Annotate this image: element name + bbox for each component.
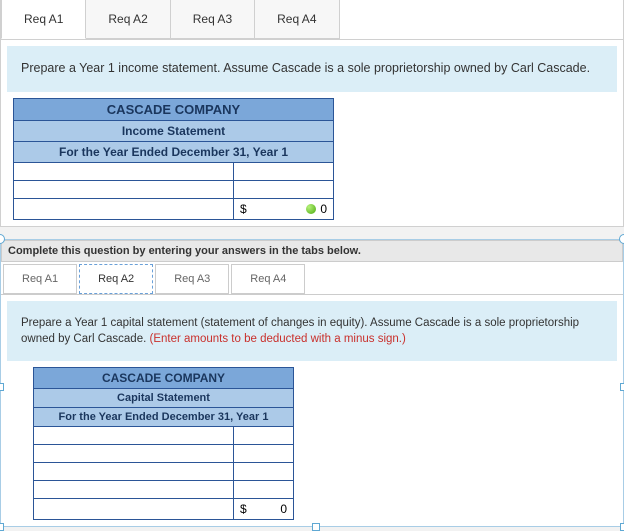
selection-handle-icon[interactable] (0, 523, 4, 531)
selection-handle-icon[interactable] (0, 383, 4, 391)
total-cell: $ 0 (234, 198, 334, 219)
stmt2-title: Capital Statement (34, 388, 294, 407)
capital-statement-table: CASCADE COMPANY Capital Statement For th… (33, 367, 294, 520)
tab-req-a1[interactable]: Req A1 (1, 0, 86, 39)
panel-income-statement: Req A1 Req A2 Req A3 Req A4 Prepare a Ye… (0, 0, 624, 227)
selection-handle-icon[interactable] (312, 523, 320, 531)
total-value: 0 (280, 502, 287, 516)
instruction-1: Prepare a Year 1 income statement. Assum… (7, 46, 617, 92)
stmt-period: For the Year Ended December 31, Year 1 (14, 141, 334, 162)
tab-req-a4[interactable]: Req A4 (255, 0, 339, 39)
stmt2-company: CASCADE COMPANY (34, 367, 294, 388)
instruction-note: (Enter amounts to be deducted with a min… (149, 333, 405, 345)
input-cell[interactable] (14, 198, 234, 219)
tab2-req-a3[interactable]: Req A3 (155, 264, 229, 294)
tab-strip-2: Req A1 Req A2 Req A3 Req A4 (1, 262, 623, 295)
instruction-2: Prepare a Year 1 capital statement (stat… (7, 301, 617, 361)
input-cell[interactable] (14, 180, 234, 198)
tab2-req-a2[interactable]: Req A2 (79, 264, 153, 294)
tab2-req-a4[interactable]: Req A4 (231, 264, 305, 294)
input-cell[interactable] (14, 162, 234, 180)
input-cell[interactable] (234, 180, 334, 198)
input-cell[interactable] (234, 480, 294, 498)
input-cell[interactable] (34, 426, 234, 444)
input-cell[interactable] (34, 480, 234, 498)
income-statement-table: CASCADE COMPANY Income Statement For the… (13, 98, 334, 220)
panel-capital-statement: Complete this question by entering your … (0, 239, 624, 527)
stmt-company: CASCADE COMPANY (14, 98, 334, 120)
selection-handle-icon[interactable] (619, 234, 624, 244)
input-cell[interactable] (234, 444, 294, 462)
input-cell[interactable] (34, 462, 234, 480)
divider-instruction: Complete this question by entering your … (1, 240, 623, 262)
input-cell[interactable] (34, 498, 234, 519)
tab2-req-a1[interactable]: Req A1 (3, 264, 77, 294)
status-dot-icon (306, 204, 316, 214)
stmt2-period: For the Year Ended December 31, Year 1 (34, 407, 294, 426)
input-cell[interactable] (234, 426, 294, 444)
stmt-title: Income Statement (14, 120, 334, 141)
total-cell: $ 0 (234, 498, 294, 519)
tab-req-a2[interactable]: Req A2 (86, 0, 170, 39)
input-cell[interactable] (234, 462, 294, 480)
dollar-sign: $ (240, 502, 247, 516)
tab-req-a3[interactable]: Req A3 (171, 0, 255, 39)
selection-handle-icon[interactable] (620, 523, 624, 531)
total-value: 0 (320, 202, 327, 216)
dollar-sign: $ (240, 202, 247, 216)
selection-handle-icon[interactable] (620, 383, 624, 391)
input-cell[interactable] (234, 162, 334, 180)
input-cell[interactable] (34, 444, 234, 462)
tab-strip-1: Req A1 Req A2 Req A3 Req A4 (1, 0, 623, 40)
